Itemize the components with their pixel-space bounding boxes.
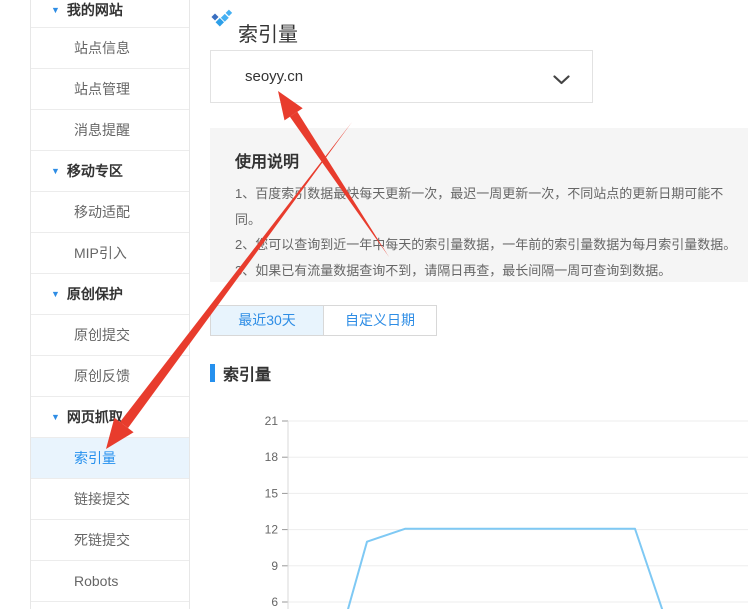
- instruction-line-1: 1、百度索引数据最快每天更新一次，最迟一周更新一次，不同站点的更新日期可能不同。: [235, 181, 748, 232]
- sidebar-item-original-feedback[interactable]: 原创反馈: [31, 356, 189, 397]
- tab-custom-date[interactable]: 自定义日期: [324, 305, 437, 336]
- tab-last-30-days[interactable]: 最近30天: [210, 305, 324, 336]
- sidebar-item-message-alert[interactable]: 消息提醒: [31, 110, 189, 151]
- usage-instructions-panel: 使用说明 1、百度索引数据最快每天更新一次，最迟一周更新一次，不同站点的更新日期…: [210, 128, 748, 282]
- chevron-down-icon: [553, 72, 570, 90]
- sidebar-item-index-volume[interactable]: 索引量: [31, 438, 189, 479]
- site-selector-value: seoyy.cn: [245, 51, 303, 102]
- collapse-triangle-icon: ▼: [51, 289, 60, 299]
- collapse-triangle-icon: ▼: [51, 412, 60, 422]
- sidebar-nav: ▼ 我的网站站点信息站点管理消息提醒 ▼ 移动专区移动适配 MIP引入 ▼ 原创保护原创提交…: [30, 0, 190, 609]
- y-axis-label: 12: [265, 523, 279, 537]
- sidebar-header-my-site[interactable]: ▼ 我的网站: [31, 0, 189, 28]
- sidebar-item-dead-link-submit[interactable]: 死链提交: [31, 520, 189, 561]
- sidebar-item-label: 移动专区: [67, 163, 123, 179]
- sidebar-item-robots[interactable]: Robots: [31, 561, 189, 602]
- index-volume-line: [348, 529, 663, 609]
- sidebar-item-site-info[interactable]: 站点信息: [31, 28, 189, 69]
- sidebar-header-original-protection[interactable]: ▼ 原创保护: [31, 274, 189, 315]
- chart-section-title: 索引量: [223, 361, 271, 385]
- sidebar-item-label: 原创保护: [67, 286, 123, 302]
- site-selector-dropdown[interactable]: seoyy.cn: [210, 50, 593, 103]
- instruction-line-3: 3、如果已有流量数据查询不到，请隔日再查，最长间隔一周可查询到数据。: [235, 258, 748, 284]
- collapse-triangle-icon: ▼: [51, 5, 60, 15]
- collapse-triangle-icon: ▼: [51, 166, 60, 176]
- sidebar-item-mobile-adaptation[interactable]: 移动适配: [31, 192, 189, 233]
- y-axis-label: 18: [265, 450, 279, 464]
- sidebar-item-original-submit[interactable]: 原创提交: [31, 315, 189, 356]
- chart-section-header: 索引量: [210, 361, 271, 385]
- index-volume-line-chart: 21 18 15 12 9 6: [210, 400, 748, 609]
- sidebar-item-label: 死链提交: [74, 532, 130, 548]
- sidebar-item-mip[interactable]: MIP引入: [31, 233, 189, 274]
- sidebar-item-label: 消息提醒: [74, 122, 130, 138]
- y-axis-label: 15: [265, 486, 279, 500]
- sidebar-item-label: Robots: [74, 573, 118, 589]
- y-axis-label: 9: [271, 559, 278, 573]
- date-range-tabs: 最近30天 自定义日期: [210, 305, 437, 336]
- sidebar-item-site-management[interactable]: 站点管理: [31, 69, 189, 110]
- sidebar-header-mobile-zone[interactable]: ▼ 移动专区: [31, 151, 189, 192]
- sidebar-item-label: 移动适配: [74, 204, 130, 220]
- sidebar-item-label: 站点管理: [74, 81, 130, 97]
- sidebar-item-label: 我的网站: [67, 2, 123, 18]
- sidebar-item-label: 链接提交: [74, 491, 130, 507]
- usage-instructions-title: 使用说明: [235, 148, 748, 172]
- blue-bar-icon: [210, 364, 215, 382]
- sidebar-item-link-submit[interactable]: 链接提交: [31, 479, 189, 520]
- sidebar-header-web-crawl[interactable]: ▼ 网页抓取: [31, 397, 189, 438]
- y-axis-label: 21: [265, 414, 279, 428]
- sidebar-item-label: 索引量: [74, 450, 116, 466]
- sidebar-item-label: 站点信息: [74, 40, 130, 56]
- sidebar-item-label: MIP引入: [74, 245, 127, 261]
- sidebar-item-label: 原创反馈: [74, 368, 130, 384]
- sidebar-item-label: 网页抓取: [67, 409, 123, 425]
- instruction-line-2: 2、您可以查询到近一年中每天的索引量数据，一年前的索引量数据为每月索引量数据。: [235, 232, 748, 258]
- page-title: 索引量: [238, 18, 298, 47]
- baidu-ziyuan-logo-icon: [211, 9, 233, 33]
- sidebar-item-label: 原创提交: [74, 327, 130, 343]
- y-axis-label: 6: [271, 595, 278, 609]
